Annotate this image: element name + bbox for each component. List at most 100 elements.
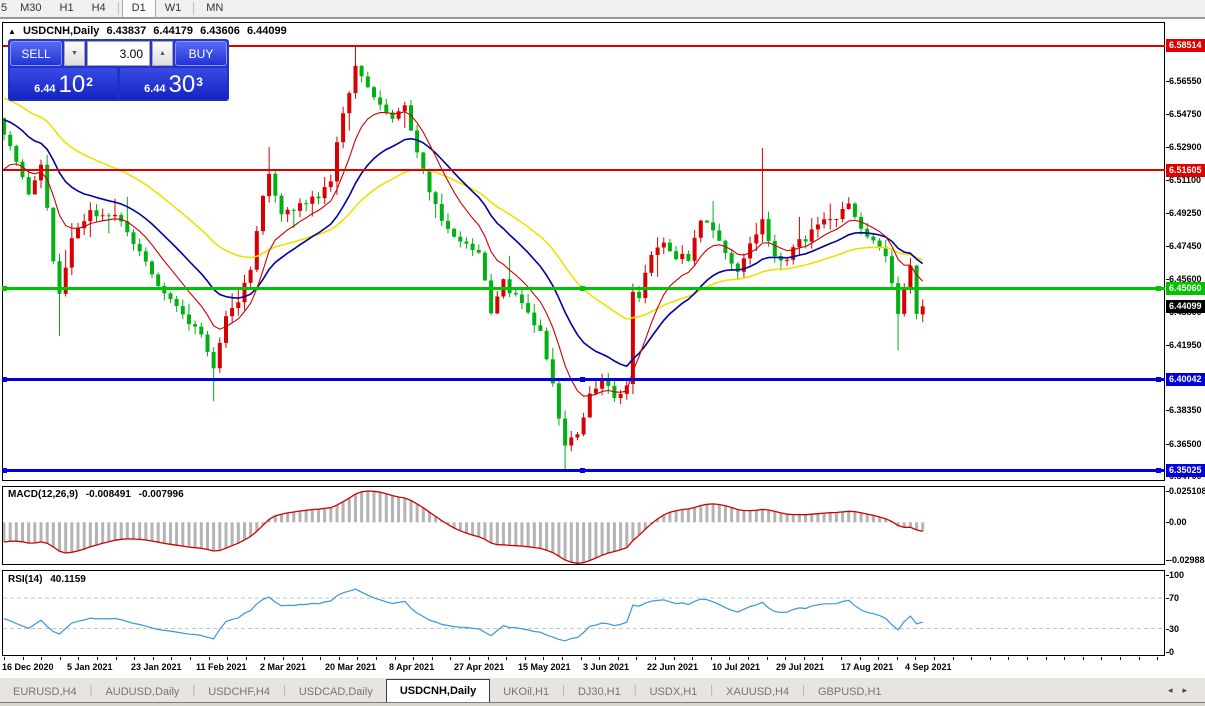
one-click-trading-panel: SELL ▼ 3.00 ▲ BUY 6.44 10 2 6.44 30 3 (8, 39, 229, 101)
volume-decrease-button[interactable]: ▼ (64, 41, 85, 66)
tab-audusd-daily[interactable]: AUDUSD,Daily (92, 683, 192, 702)
mt4-window: 5 M30 H1 H4 D1 W1 MN ▲ USDCNH,Daily 6.43837 6.… (0, 0, 1205, 706)
date-axis-label: 23 Jan 2021 (131, 662, 182, 672)
tab-usdcnh-daily[interactable]: USDCNH,Daily (385, 679, 491, 702)
date-axis-label: 29 Jul 2021 (776, 662, 825, 672)
rsi-axis-label: 30 (1169, 624, 1180, 634)
date-tick (692, 657, 693, 660)
date-tick (878, 657, 879, 660)
tab-eurusd-h4[interactable]: EURUSD,H4 (0, 683, 90, 702)
date-tick (469, 657, 470, 660)
date-tick (153, 657, 154, 660)
timeframe-5[interactable]: 5 (0, 0, 11, 17)
date-tick (599, 657, 600, 660)
tab-scroll-right-icon[interactable]: ▸ (1182, 685, 1197, 695)
date-tick (1139, 657, 1140, 660)
date-tick (395, 657, 396, 660)
line-handle[interactable] (580, 286, 585, 291)
line-handle[interactable] (580, 468, 585, 473)
date-tick (488, 657, 489, 660)
timeframe-mn[interactable]: MN (197, 0, 232, 17)
date-tick (97, 657, 98, 660)
line-handle[interactable] (1156, 286, 1161, 291)
date-tick (934, 657, 935, 660)
date-tick (23, 657, 24, 660)
line-handle[interactable] (580, 377, 585, 382)
date-axis-label: 22 Jun 2021 (647, 662, 699, 672)
timeframe-d1[interactable]: D1 (121, 0, 156, 17)
date-tick (822, 657, 823, 660)
buy-price-big: 30 (168, 71, 196, 98)
date-axis-label: 2 Mar 2021 (260, 662, 307, 672)
date-tick (320, 657, 321, 660)
volume-increase-button[interactable]: ▲ (152, 41, 173, 66)
tab-ukoil-h1[interactable]: UKOil,H1 (490, 683, 562, 702)
tab-usdchf-h4[interactable]: USDCHF,H4 (195, 683, 283, 702)
date-tick (302, 657, 303, 660)
sell-button[interactable]: SELL (10, 41, 62, 66)
rsi-pane[interactable] (2, 570, 1165, 656)
level-price-chip: 6.51605 (1166, 164, 1205, 177)
date-tick (841, 657, 842, 660)
timeframe-h4[interactable]: H4 (83, 0, 115, 17)
tab-xauusd-h4[interactable]: XAUUSD,H4 (713, 683, 802, 702)
timeframe-m30[interactable]: M30 (11, 0, 50, 17)
line-handle[interactable] (2, 468, 7, 473)
macd-name: MACD(12,26,9) (8, 489, 79, 500)
date-tick (525, 657, 526, 660)
macd-label: MACD(12,26,9) -0.008491 -0.007996 (8, 489, 189, 500)
date-tick (4, 657, 5, 660)
date-tick (413, 657, 414, 660)
date-tick (748, 657, 749, 660)
ohlc-high: 6.44179 (153, 25, 194, 37)
line-handle[interactable] (1156, 377, 1161, 382)
tab-usdx-h1[interactable]: USDX,H1 (637, 683, 711, 702)
price-axis-label: 6.54750 (1169, 109, 1202, 119)
date-axis-label: 4 Sep 2021 (905, 662, 952, 672)
ohlc-open: 6.43837 (106, 25, 147, 37)
date-axis-label: 15 May 2021 (518, 662, 571, 672)
date-axis-label: 5 Jan 2021 (67, 662, 113, 672)
timeframe-toolbar: 5 M30 H1 H4 D1 W1 MN (0, 0, 1205, 19)
date-axis-label: 11 Feb 2021 (196, 662, 247, 672)
price-axis-label: 6.47450 (1169, 241, 1202, 251)
date-tick (134, 657, 135, 660)
tab-usdcad-daily[interactable]: USDCAD,Daily (286, 683, 386, 702)
date-tick (1120, 657, 1121, 660)
date-tick (729, 657, 730, 660)
rsi-axis-label: 70 (1169, 593, 1180, 603)
date-tick (60, 657, 61, 660)
line-handle[interactable] (2, 286, 7, 291)
date-axis-label: 3 Jun 2021 (583, 662, 630, 672)
toolbar-separator (117, 2, 119, 15)
line-handle[interactable] (1156, 468, 1161, 473)
horizontal-line-6.51605[interactable] (3, 169, 1165, 171)
toolbar-separator (193, 2, 195, 15)
tab-scroll-left-icon[interactable]: ◂ (1168, 685, 1183, 695)
rsi-name: RSI(14) (8, 574, 43, 585)
collapse-icon[interactable]: ▲ (8, 27, 16, 36)
price-axis-label: 6.52900 (1169, 142, 1202, 152)
date-tick (209, 657, 210, 660)
date-tick (450, 657, 451, 660)
timeframe-h1[interactable]: H1 (51, 0, 83, 17)
date-tick (376, 657, 377, 660)
macd-axis-label: -0.029888 (1169, 555, 1205, 565)
date-tick (897, 657, 898, 660)
date-tick (283, 657, 284, 660)
volume-field[interactable]: 3.00 (87, 41, 150, 66)
buy-button[interactable]: BUY (175, 41, 227, 66)
date-tick (860, 657, 861, 660)
buy-price-display[interactable]: 6.44 30 3 (120, 68, 227, 99)
price-axis: 6.56550 6.54750 6.52900 6.51100 6.49250 6.474… (1166, 0, 1205, 706)
tab-gbpusd-h1[interactable]: GBPUSD,H1 (805, 683, 895, 702)
date-axis-label: 8 Apr 2021 (389, 662, 435, 672)
sell-price-display[interactable]: 6.44 10 2 (10, 68, 117, 99)
macd-value-1: -0.008491 (85, 489, 131, 500)
date-tick (581, 657, 582, 660)
date-tick (804, 657, 805, 660)
line-handle[interactable] (2, 377, 7, 382)
tab-dj30-h1[interactable]: DJ30,H1 (565, 683, 634, 702)
timeframe-w1[interactable]: W1 (156, 0, 191, 17)
date-tick (767, 657, 768, 660)
